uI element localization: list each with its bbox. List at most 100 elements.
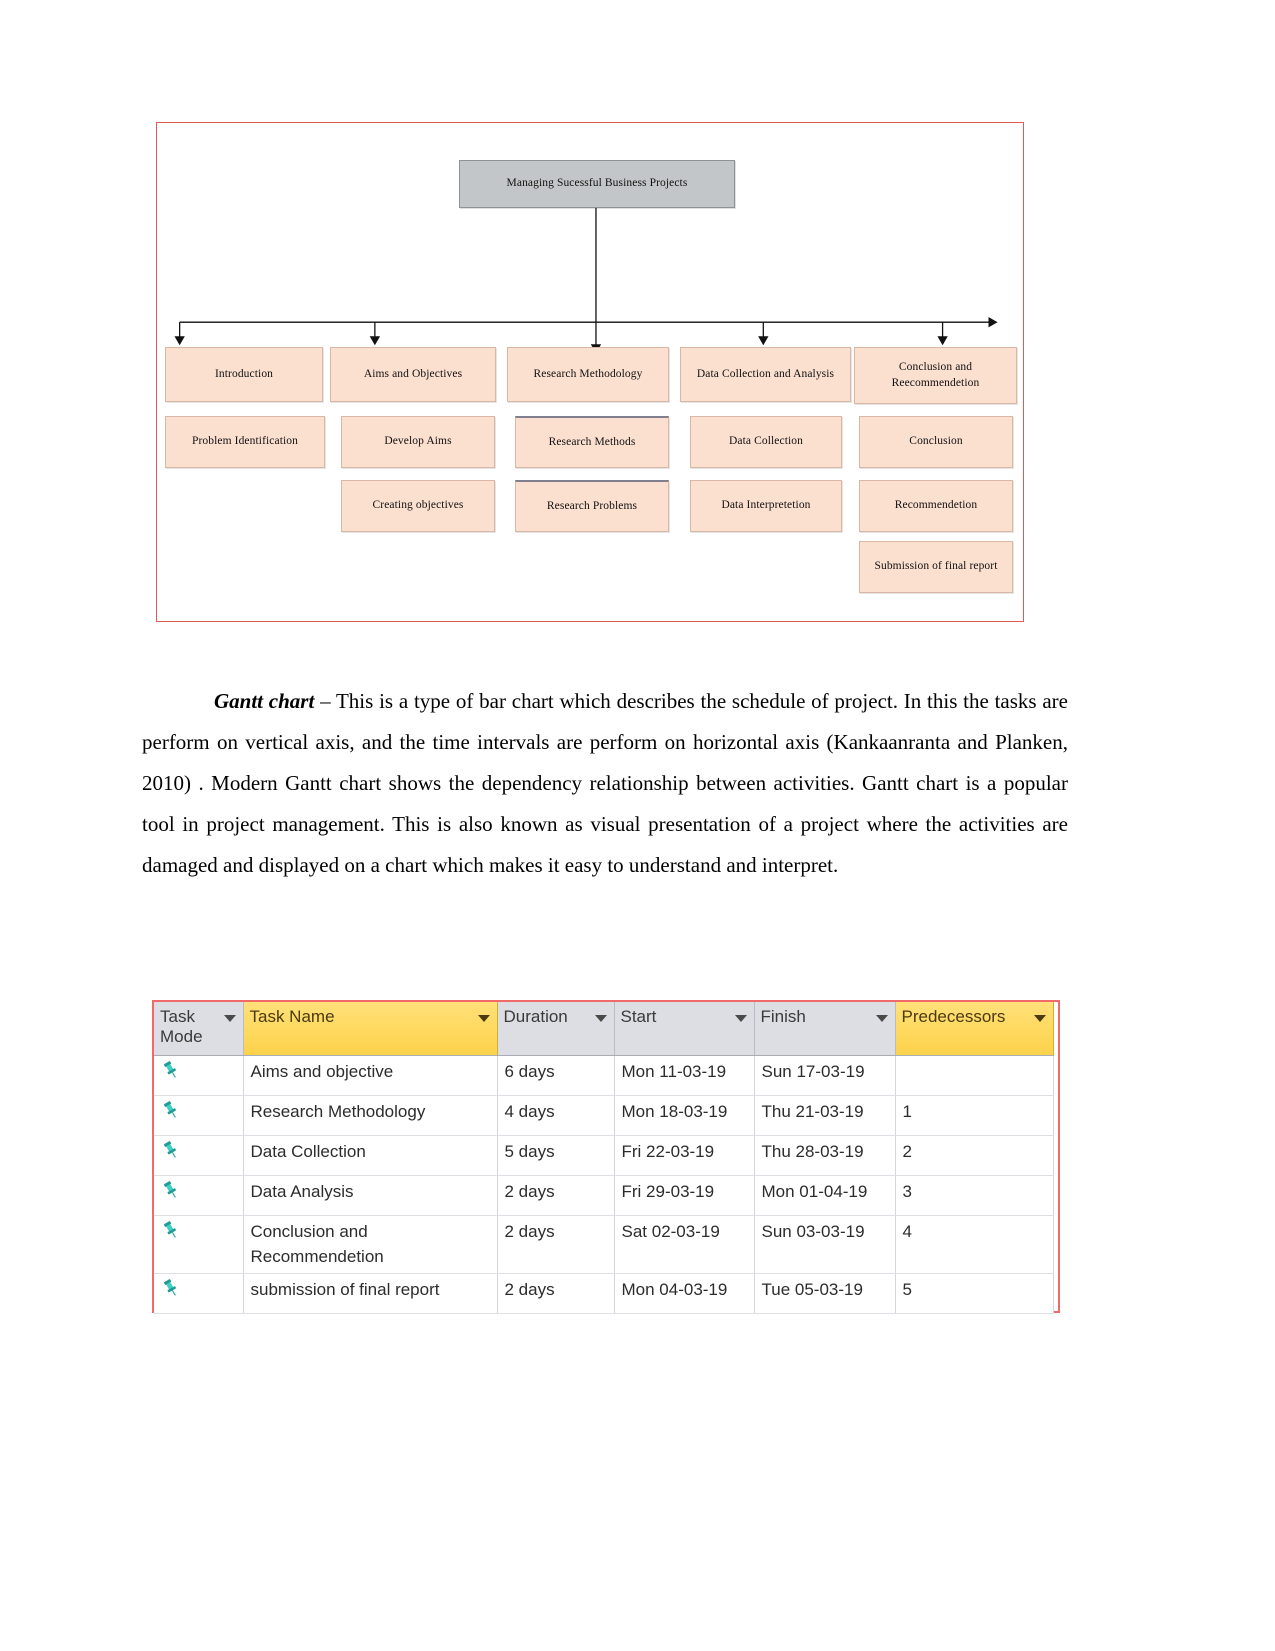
column-header-start[interactable]: Start — [614, 1002, 755, 1056]
table-row[interactable]: Data Analysis 2 days Fri 29-03-19 Mon 01-04… — [154, 1175, 1054, 1216]
wbs-node-research-methods: Research Methods — [515, 416, 669, 468]
gantt-chart-body-text: – This is a type of bar chart which desc… — [142, 689, 1068, 877]
wbs-node-label: Introduction — [214, 367, 274, 380]
wbs-node-data-collection: Data Collection — [690, 416, 842, 468]
wbs-node-label: Submission of final report — [874, 560, 998, 573]
wbs-node-conclusion: Conclusion — [859, 416, 1013, 468]
gantt-chart-paragraph: Gantt chart – This is a type of bar char… — [142, 681, 1068, 886]
cell-finish[interactable]: Mon 01-04-19 — [754, 1175, 896, 1216]
wbs-node-label: Develop Aims — [384, 435, 452, 448]
wbs-node-data-collection-and-analysis: Data Collection and Analysis — [680, 347, 851, 402]
table-row[interactable]: Aims and objective 6 days Mon 11-03-19 Sun … — [154, 1055, 1054, 1096]
cell-predecessors[interactable]: 4 — [895, 1215, 1054, 1275]
wbs-node-label: Problem Identification — [192, 435, 298, 448]
cell-task-mode[interactable] — [154, 1175, 244, 1216]
cell-finish[interactable]: Thu 28-03-19 — [754, 1135, 896, 1176]
wbs-node-root-label: Managing Sucessful Business Projects — [506, 177, 688, 190]
table-row[interactable]: Data Collection 5 days Fri 22-03-19 Thu 28-… — [154, 1135, 1054, 1176]
pushpin-icon[interactable] — [161, 1060, 181, 1080]
column-header-predecessors-label: Predecessors — [901, 1007, 1006, 1026]
cell-predecessors[interactable]: 3 — [895, 1175, 1054, 1216]
filter-arrow-icon-duration[interactable] — [594, 1015, 607, 1022]
cell-task-name[interactable]: Aims and objective — [243, 1055, 498, 1096]
column-header-task-mode[interactable]: Task Mode — [154, 1002, 244, 1056]
wbs-node-label: Data Collection — [729, 435, 803, 448]
cell-task-name[interactable]: Data Analysis — [243, 1175, 498, 1216]
wbs-node-label: Data Interpretetion — [721, 499, 811, 512]
wbs-node-recommendetion: Recommendetion — [859, 480, 1013, 532]
wbs-diagram-figure: Managing Sucessful Business Projects Int… — [156, 122, 1024, 622]
cell-task-mode[interactable] — [154, 1215, 244, 1275]
cell-predecessors[interactable]: 1 — [895, 1095, 1054, 1136]
column-header-duration[interactable]: Duration — [497, 1002, 615, 1056]
cell-finish[interactable]: Tue 05-03-19 — [754, 1273, 896, 1315]
table-body: Aims and objective 6 days Mon 11-03-19 Sun … — [154, 1055, 1054, 1315]
column-header-finish[interactable]: Finish — [754, 1002, 896, 1056]
cell-task-mode[interactable] — [154, 1135, 244, 1176]
wbs-node-label: Research Methods — [548, 435, 636, 448]
wbs-node-root: Managing Sucessful Business Projects — [459, 160, 735, 208]
column-header-predecessors[interactable]: Predecessors — [895, 1002, 1054, 1056]
column-header-task-name-label: Task Name — [249, 1007, 335, 1026]
cell-duration[interactable]: 2 days — [497, 1215, 615, 1275]
pushpin-icon[interactable] — [161, 1100, 181, 1120]
wbs-node-introduction: Introduction — [165, 347, 323, 402]
gantt-task-table-figure: Task Mode Task Name Duration Start Finis… — [152, 1000, 1060, 1315]
column-header-task-name[interactable]: Task Name — [243, 1002, 498, 1056]
pushpin-icon[interactable] — [161, 1180, 181, 1200]
filter-arrow-icon-task-mode[interactable] — [223, 1015, 236, 1022]
cell-start[interactable]: Mon 18-03-19 — [614, 1095, 755, 1136]
gantt-task-table: Task Mode Task Name Duration Start Finis… — [154, 1002, 1054, 1315]
cell-start[interactable]: Fri 29-03-19 — [614, 1175, 755, 1216]
wbs-node-label: Recommendetion — [894, 499, 978, 512]
wbs-node-label: Aims and Objectives — [363, 367, 463, 380]
wbs-node-label: Data Collection and Analysis — [696, 367, 835, 380]
wbs-node-label: Conclusion — [909, 435, 963, 448]
wbs-node-data-interpretetion: Data Interpretetion — [690, 480, 842, 532]
cell-duration[interactable]: 2 days — [497, 1273, 615, 1315]
filter-arrow-icon-predecessors[interactable] — [1033, 1015, 1046, 1022]
cell-duration[interactable]: 6 days — [497, 1055, 615, 1096]
cell-task-name[interactable]: submission of final report — [243, 1273, 498, 1315]
wbs-node-label: Conclusion and Reecommendetion — [891, 360, 980, 389]
table-row[interactable]: Research Methodology 4 days Mon 18-03-19 Th… — [154, 1095, 1054, 1136]
cell-duration[interactable]: 4 days — [497, 1095, 615, 1136]
cell-task-name[interactable]: Conclusion and Recommendetion — [243, 1215, 498, 1275]
cell-predecessors[interactable] — [895, 1055, 1054, 1096]
wbs-node-creating-objectives: Creating objectives — [341, 480, 495, 532]
wbs-node-submission-of-final-report: Submission of final report — [859, 541, 1013, 593]
pushpin-icon[interactable] — [161, 1140, 181, 1160]
filter-arrow-icon-task-name[interactable] — [477, 1015, 490, 1022]
cell-task-name[interactable]: Research Methodology — [243, 1095, 498, 1136]
column-header-duration-label: Duration — [503, 1007, 568, 1026]
cell-finish[interactable]: Sun 03-03-19 — [754, 1215, 896, 1275]
pushpin-icon[interactable] — [161, 1220, 181, 1240]
wbs-node-research-methodology: Research Methodology — [507, 347, 669, 402]
cell-task-mode[interactable] — [154, 1055, 244, 1096]
filter-arrow-icon-start[interactable] — [734, 1015, 747, 1022]
cell-start[interactable]: Fri 22-03-19 — [614, 1135, 755, 1176]
wbs-node-research-problems: Research Problems — [515, 480, 669, 532]
pushpin-icon[interactable] — [161, 1278, 181, 1298]
cell-duration[interactable]: 5 days — [497, 1135, 615, 1176]
cell-task-mode[interactable] — [154, 1095, 244, 1136]
filter-arrow-icon-finish[interactable] — [875, 1015, 888, 1022]
cell-task-name[interactable]: Data Collection — [243, 1135, 498, 1176]
cell-finish[interactable]: Thu 21-03-19 — [754, 1095, 896, 1136]
wbs-node-problem-identification: Problem Identification — [165, 416, 325, 468]
cell-predecessors[interactable]: 2 — [895, 1135, 1054, 1176]
cell-start[interactable]: Sat 02-03-19 — [614, 1215, 755, 1275]
column-header-finish-label: Finish — [760, 1007, 806, 1026]
cell-finish[interactable]: Sun 17-03-19 — [754, 1055, 896, 1096]
wbs-node-conclusion-and-reecommendetion: Conclusion and Reecommendetion — [854, 347, 1017, 404]
cell-task-mode[interactable] — [154, 1273, 244, 1315]
wbs-node-aims-and-objectives: Aims and Objectives — [330, 347, 496, 402]
cell-start[interactable]: Mon 04-03-19 — [614, 1273, 755, 1315]
column-header-start-label: Start — [620, 1007, 657, 1026]
table-row[interactable]: submission of final report 2 days Mon 04-0… — [154, 1273, 1054, 1315]
cell-duration[interactable]: 2 days — [497, 1175, 615, 1216]
cell-start[interactable]: Mon 11-03-19 — [614, 1055, 755, 1096]
table-header-row: Task Mode Task Name Duration Start Finis… — [154, 1002, 1054, 1056]
cell-predecessors[interactable]: 5 — [895, 1273, 1054, 1315]
table-row[interactable]: Conclusion and Recommendetion 2 days Sat 0… — [154, 1215, 1054, 1275]
